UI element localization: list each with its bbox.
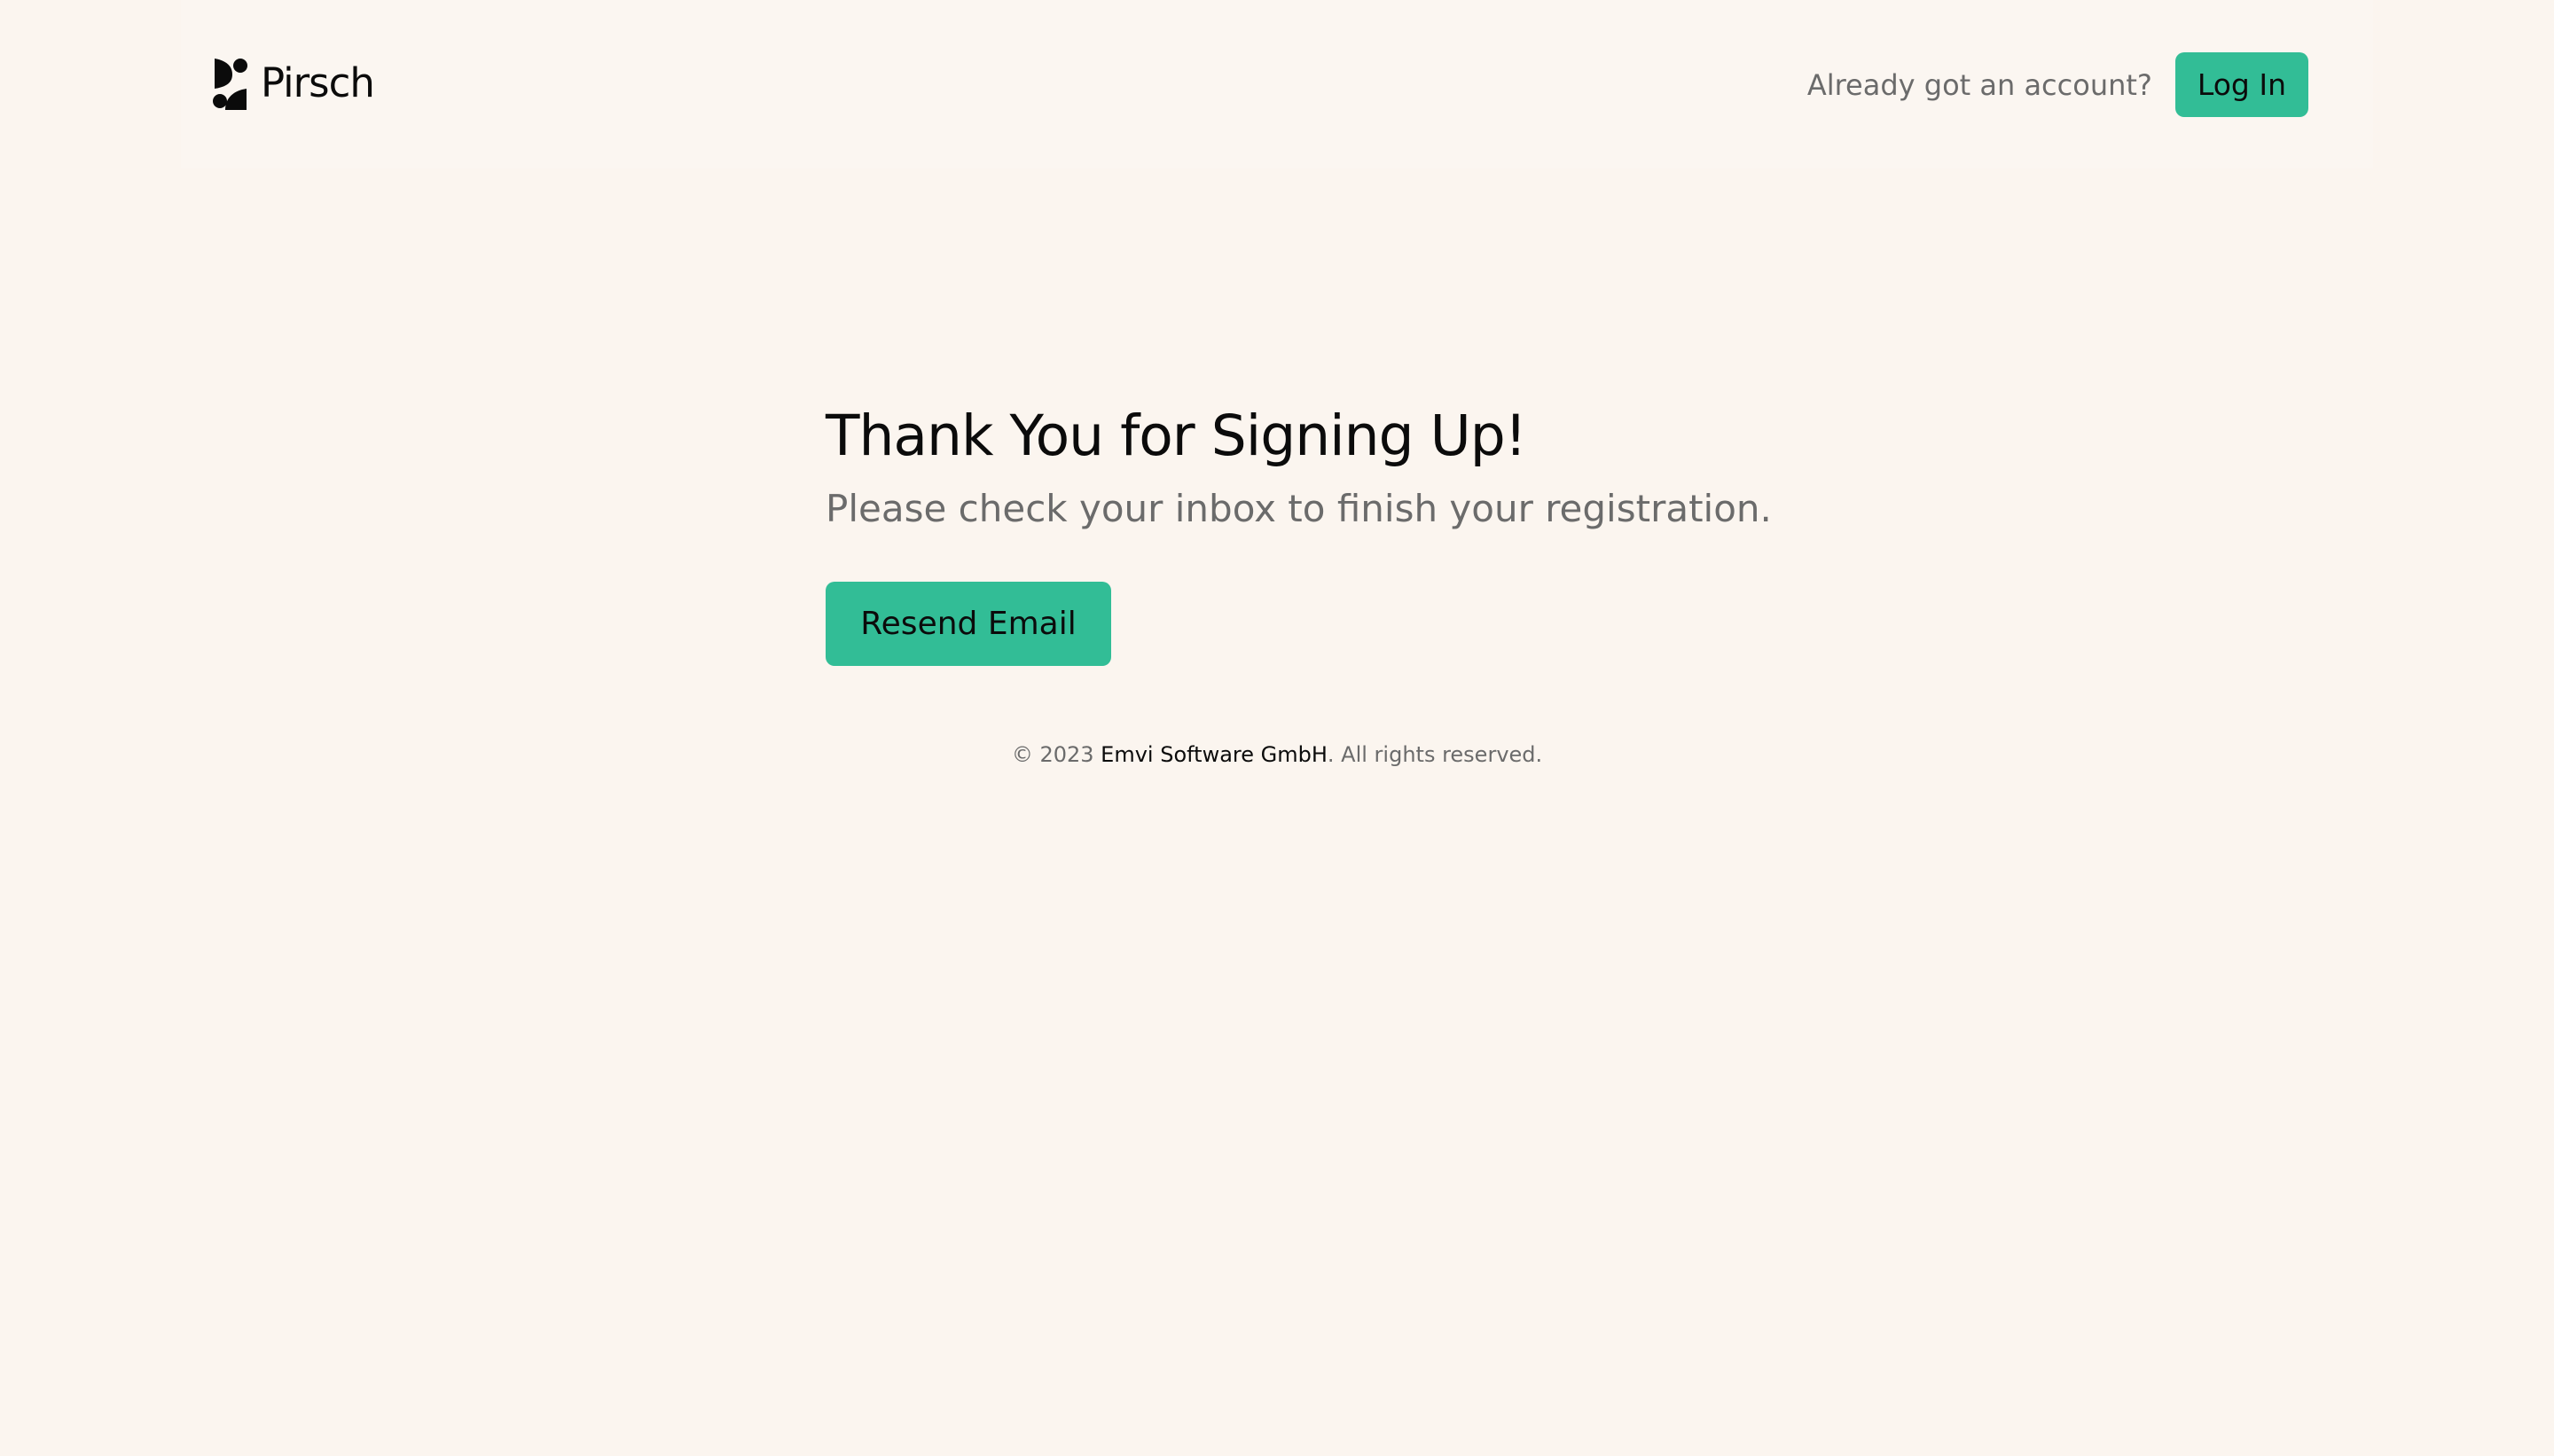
confirmation-panel: Thank You for Signing Up! Please check y… [826, 397, 1801, 666]
page-footer: © 2023 Emvi Software GmbH. All rights re… [0, 740, 2554, 770]
account-prompt: Already got an account? [1806, 67, 2152, 102]
company-link[interactable]: Emvi Software GmbH [1101, 742, 1328, 767]
copyright-text: © 2023 [1011, 742, 1101, 767]
brand-logo[interactable]: Pirsch [213, 57, 375, 110]
pirsch-logo-icon [213, 59, 247, 110]
login-button[interactable]: Log In [2174, 52, 2308, 117]
header-actions: Already got an account? Log In [1807, 52, 2308, 117]
rights-text: . All rights reserved. [1327, 742, 1543, 767]
resend-email-button[interactable]: Resend Email [826, 582, 1111, 666]
page-title: Thank You for Signing Up! [826, 403, 1527, 468]
page: Pirsch Already got an account? Log In Th… [0, 0, 2554, 1456]
top-header: Pirsch Already got an account? Log In [181, 0, 2373, 168]
page-subtitle: Please check your inbox to finish your r… [826, 487, 1772, 530]
brand-name: Pirsch [261, 59, 375, 106]
